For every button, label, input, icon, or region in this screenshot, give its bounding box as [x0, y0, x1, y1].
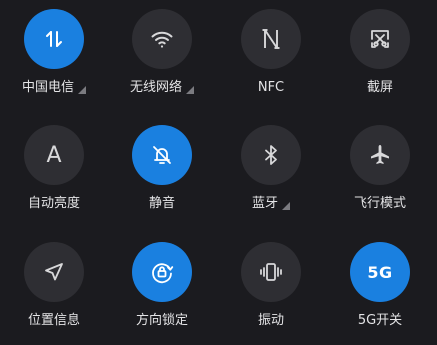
tile-wifi[interactable]: 无线网络 [107, 9, 217, 109]
tile-5g[interactable]: 5G 5G开关 [325, 242, 435, 342]
tile-bluetooth[interactable]: 蓝牙 [216, 125, 326, 225]
tile-label: 静音 [148, 196, 175, 211]
tile-label-row: 蓝牙 [216, 196, 326, 212]
tile-label-row: 飞行模式 [325, 196, 435, 212]
tile-label: 自动亮度 [27, 196, 80, 211]
screenshot-icon [367, 26, 393, 52]
nfc-toggle[interactable] [241, 9, 301, 69]
airplane-toggle[interactable] [350, 125, 410, 185]
tile-label-row: 位置信息 [0, 313, 109, 329]
tile-auto-brightness[interactable]: A 自动亮度 [0, 125, 109, 225]
tile-nfc[interactable]: NFC [216, 9, 326, 109]
tile-vibrate[interactable]: 振动 [216, 242, 326, 342]
mute-toggle[interactable] [132, 125, 192, 185]
vibrate-toggle[interactable] [241, 242, 301, 302]
wifi-icon [149, 26, 175, 52]
tile-airplane[interactable]: 飞行模式 [325, 125, 435, 225]
mobile-data-toggle[interactable] [24, 9, 84, 69]
tile-label: 飞行模式 [353, 196, 406, 211]
tile-label: 振动 [257, 313, 284, 328]
tile-label: 位置信息 [27, 313, 80, 328]
vibrate-icon [258, 259, 284, 285]
tile-label: 方向锁定 [135, 313, 188, 328]
dropdown-indicator-icon[interactable] [186, 86, 194, 94]
tile-label: 5G开关 [357, 313, 403, 328]
rotation-lock-toggle[interactable] [132, 242, 192, 302]
bluetooth-icon [258, 142, 284, 168]
tile-label-row: NFC [216, 80, 326, 96]
tile-label-row: 截屏 [325, 80, 435, 96]
tile-label-row: 5G开关 [325, 313, 435, 329]
location-toggle[interactable] [24, 242, 84, 302]
tile-label: NFC [257, 80, 285, 95]
tile-label-row: 无线网络 [107, 80, 217, 96]
tile-label-row: 方向锁定 [107, 313, 217, 329]
tile-screenshot[interactable]: 截屏 [325, 9, 435, 109]
airplane-icon [367, 142, 393, 168]
tile-label-row: 振动 [216, 313, 326, 329]
wifi-toggle[interactable] [132, 9, 192, 69]
tile-mute[interactable]: 静音 [107, 125, 217, 225]
5g-icon: 5G [367, 262, 393, 282]
tile-label-row: 静音 [107, 196, 217, 212]
tile-location[interactable]: 位置信息 [0, 242, 109, 342]
tile-label-row: 自动亮度 [0, 196, 109, 212]
screenshot-toggle[interactable] [350, 9, 410, 69]
tile-label-row: 中国电信 [0, 80, 109, 96]
location-icon [41, 259, 67, 285]
tile-label: 蓝牙 [251, 196, 278, 211]
tile-rotation-lock[interactable]: 方向锁定 [107, 242, 217, 342]
mobile-data-icon [41, 26, 67, 52]
tile-label: 中国电信 [21, 80, 74, 95]
tile-label: 截屏 [366, 80, 393, 95]
nfc-icon [258, 26, 284, 52]
dropdown-indicator-icon[interactable] [78, 86, 86, 94]
rotation-lock-icon [149, 259, 175, 285]
tile-label: 无线网络 [129, 80, 182, 95]
quick-settings-panel: 中国电信 无线网络 NFC 截屏 A 自动亮度 静音 蓝牙 飞行模式 位置信息 … [0, 0, 437, 345]
bell-muted-icon [149, 142, 175, 168]
bluetooth-toggle[interactable] [241, 125, 301, 185]
auto-brightness-icon: A [46, 142, 62, 168]
5g-toggle[interactable]: 5G [350, 242, 410, 302]
tile-mobile-data[interactable]: 中国电信 [0, 9, 109, 109]
auto-brightness-toggle[interactable]: A [24, 125, 84, 185]
dropdown-indicator-icon[interactable] [282, 202, 290, 210]
